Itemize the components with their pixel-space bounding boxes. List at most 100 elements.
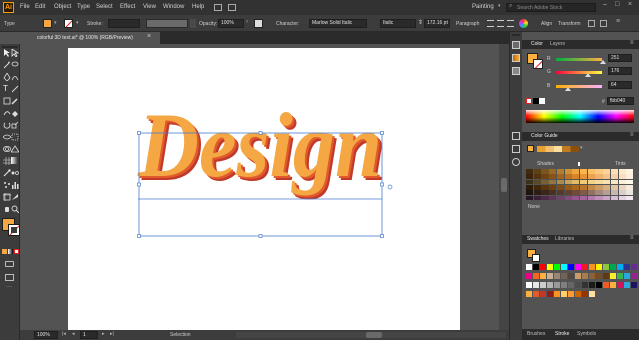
color-swatch[interactable]: [561, 273, 568, 280]
draw-mode-icon[interactable]: [5, 261, 14, 267]
color-guide-swatch[interactable]: [618, 195, 626, 201]
color-guide-swatch[interactable]: [526, 185, 534, 190]
color-guide-swatch[interactable]: [587, 185, 595, 190]
panel-menu-icon[interactable]: ≡: [630, 132, 634, 138]
color-guide-swatch[interactable]: [526, 195, 534, 201]
color-guide-swatch[interactable]: [626, 174, 634, 180]
color-swatch[interactable]: [631, 282, 638, 289]
stroke-panel-icon[interactable]: [512, 145, 520, 153]
color-swatch[interactable]: [540, 282, 547, 289]
color-guide-swatch[interactable]: [541, 185, 549, 190]
screen-mode-icon[interactable]: [5, 274, 14, 281]
last-artboard-icon[interactable]: ▸|: [110, 331, 114, 337]
color-panel-icon[interactable]: [512, 41, 520, 49]
color-guide-swatch[interactable]: [580, 190, 588, 196]
selection-tool-icon[interactable]: [3, 49, 11, 57]
color-guide-swatch[interactable]: [564, 179, 572, 185]
rectangle-tool-icon[interactable]: [3, 97, 11, 105]
color-swatch[interactable]: [547, 291, 554, 298]
color-guide-swatch[interactable]: [618, 169, 626, 174]
color-swatch[interactable]: [540, 291, 547, 298]
menu-window[interactable]: Window: [163, 4, 184, 11]
color-swatch[interactable]: [568, 264, 575, 271]
none-color-icon[interactable]: [526, 98, 532, 104]
color-guide-panel-icon[interactable]: [512, 54, 520, 62]
font-size-field[interactable]: 172.16 pt: [424, 19, 450, 28]
rotate-tool-icon[interactable]: [3, 121, 11, 129]
color-guide-swatch[interactable]: [556, 190, 565, 196]
color-guide-swatch[interactable]: [572, 195, 580, 201]
symbols-panel-icon[interactable]: [512, 158, 520, 166]
tab-brushes[interactable]: Brushes: [527, 331, 545, 338]
color-guide-swatch[interactable]: [610, 185, 619, 190]
magic-wand-icon[interactable]: [3, 61, 11, 69]
color-guide-swatch[interactable]: [572, 169, 580, 174]
color-guide-swatch[interactable]: [564, 174, 572, 180]
handle-mr[interactable]: [380, 182, 384, 187]
color-mode-gradient-icon[interactable]: [8, 249, 13, 254]
green-value-field[interactable]: 176: [608, 67, 632, 75]
color-guide-swatch[interactable]: [603, 195, 611, 201]
color-guide-swatch[interactable]: [580, 174, 588, 180]
curvature-tool-icon[interactable]: [11, 73, 19, 81]
brushes-panel-icon[interactable]: [512, 132, 520, 140]
color-guide-swatch[interactable]: [610, 179, 619, 185]
canvas-area[interactable]: Design Design Design: [20, 44, 499, 331]
color-guide-swatch[interactable]: [618, 174, 626, 180]
color-swatch[interactable]: [610, 264, 617, 271]
pen-tool-icon[interactable]: [3, 72, 11, 82]
color-swatch[interactable]: [554, 282, 561, 289]
maximize-icon[interactable]: □: [615, 1, 619, 8]
color-swatch[interactable]: [596, 282, 603, 289]
shaper-tool-icon[interactable]: [3, 109, 11, 117]
grid-options-icon[interactable]: [588, 20, 595, 27]
type-tool-icon[interactable]: T: [3, 85, 11, 93]
gradient-tool-icon[interactable]: [11, 157, 19, 165]
color-guide-swatch[interactable]: [595, 169, 603, 174]
color-swatch[interactable]: [540, 273, 547, 280]
color-guide-swatch[interactable]: [556, 174, 565, 180]
color-swatch[interactable]: [582, 282, 589, 289]
color-swatch[interactable]: [631, 264, 638, 271]
menu-edit[interactable]: Edit: [35, 4, 45, 11]
free-transform-icon[interactable]: [11, 133, 19, 141]
color-swatch[interactable]: [624, 264, 631, 271]
color-guide-swatch[interactable]: [595, 195, 603, 201]
align-right-icon[interactable]: [507, 20, 514, 27]
previous-artboard-icon[interactable]: ◂: [72, 331, 75, 337]
fill-color-swatch[interactable]: [43, 19, 52, 28]
color-swatch[interactable]: [561, 282, 568, 289]
color-guide-swatch[interactable]: [564, 185, 572, 190]
color-guide-swatch[interactable]: [572, 190, 580, 196]
color-swatch[interactable]: [561, 291, 568, 298]
tab-symbols[interactable]: Symbols: [577, 331, 596, 338]
color-swatch[interactable]: [533, 291, 540, 298]
blue-value-field[interactable]: 64: [608, 81, 632, 89]
stroke-color-box[interactable]: [8, 224, 20, 236]
stroke-weight-field[interactable]: [108, 19, 140, 28]
color-guide-swatch[interactable]: [526, 169, 534, 174]
arrange-icon[interactable]: [228, 4, 236, 11]
color-guide-swatch[interactable]: [595, 174, 603, 180]
color-swatch[interactable]: [617, 273, 624, 280]
color-guide-swatch[interactable]: [533, 169, 541, 174]
color-guide-swatch[interactable]: [587, 179, 595, 185]
color-swatch[interactable]: [617, 264, 624, 271]
handle-bl[interactable]: [137, 234, 141, 238]
panel-menu-icon[interactable]: ≡: [630, 235, 634, 241]
line-tool-icon[interactable]: [11, 85, 19, 93]
paintbrush-tool-icon[interactable]: [11, 97, 19, 105]
color-guide-swatch[interactable]: [618, 190, 626, 196]
color-swatch[interactable]: [526, 273, 533, 280]
color-guide-swatch[interactable]: [610, 169, 619, 174]
color-guide-swatch[interactable]: [587, 195, 595, 201]
color-swatch[interactable]: [547, 264, 554, 271]
scale-tool-icon[interactable]: [11, 121, 19, 129]
color-swatch[interactable]: [589, 264, 596, 271]
color-guide-swatch[interactable]: [564, 190, 572, 196]
artboard-number-field[interactable]: 1: [80, 331, 98, 339]
variable-width-profile[interactable]: [146, 19, 188, 28]
eraser-tool-icon[interactable]: [11, 109, 19, 117]
menu-object[interactable]: Object: [54, 4, 71, 11]
color-guide-swatch[interactable]: [549, 179, 557, 185]
